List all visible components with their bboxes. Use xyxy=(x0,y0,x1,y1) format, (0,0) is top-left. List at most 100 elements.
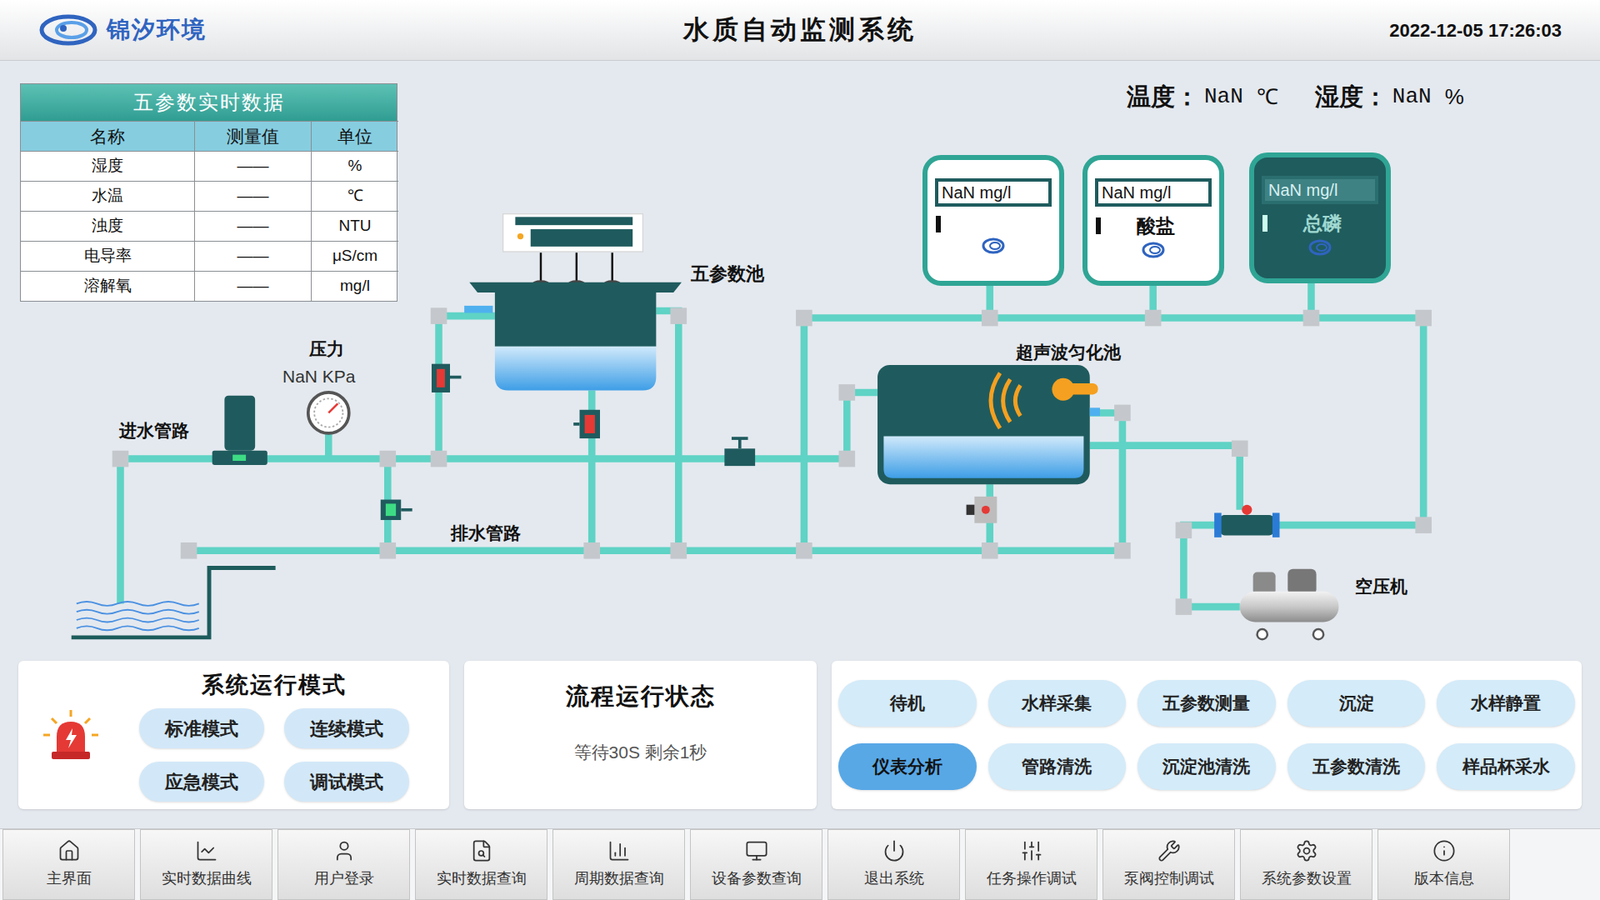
nav-button[interactable]: 泵阀控制调试 xyxy=(1102,829,1235,900)
step-button[interactable]: 水样采集 xyxy=(988,680,1127,727)
nav-label: 任务操作调试 xyxy=(986,867,1077,890)
nav-label: 实时数据曲线 xyxy=(161,867,252,890)
valve-icon xyxy=(380,500,413,520)
step-button[interactable]: 仪表分析 xyxy=(838,743,977,790)
analyzer-value: NaN mg/l xyxy=(1265,179,1375,201)
page-title: 水质自动监测系统 xyxy=(545,10,1054,50)
nav-button[interactable]: 用户登录 xyxy=(277,829,410,900)
step-button[interactable]: 五参数测量 xyxy=(1137,680,1276,727)
table-title: 五参数实时数据 xyxy=(20,84,397,121)
analyzer-value: NaN mg/l xyxy=(1098,181,1209,204)
nav-button[interactable]: 实时数据曲线 xyxy=(140,829,273,900)
valve-icon xyxy=(431,364,462,393)
table-row: 湿度——% xyxy=(20,150,397,181)
pressure-value: NaN KPa xyxy=(282,365,356,388)
mode-button[interactable]: 调试模式 xyxy=(284,761,410,802)
indicator-bar xyxy=(1262,215,1268,232)
step-button[interactable]: 待机 xyxy=(838,680,977,727)
analyzer-display: NaN mg/l xyxy=(935,178,1052,207)
step-button[interactable]: 管路清洗 xyxy=(988,743,1127,790)
nav-icon xyxy=(57,839,81,863)
table-cell: —— xyxy=(195,210,312,241)
nav-label: 泵阀控制调试 xyxy=(1124,867,1215,890)
compressor-label: 空压机 xyxy=(1355,573,1408,600)
nav-icon xyxy=(607,839,631,863)
tank-label: 超声波匀化池 xyxy=(1015,339,1121,366)
nav-label: 版本信息 xyxy=(1414,867,1475,890)
inlet-label: 进水管路 xyxy=(119,417,190,445)
environment-reading: 温度：NaN℃ xyxy=(1126,79,1279,116)
column-header: 名称 xyxy=(20,120,195,151)
table-cell: 电导率 xyxy=(20,240,195,271)
nav-icon xyxy=(1295,839,1319,863)
analyzer: NaN mg/l 总磷 xyxy=(1249,152,1391,284)
table-cell: —— xyxy=(195,270,312,301)
app: 锦汐环境 水质自动监测系统2022-12-05 17:26:03 五参数实时数据名称… xyxy=(0,0,1600,900)
drain-label: 排水管路 xyxy=(450,520,521,547)
control-panels: 系统运行模式标准模式连续模式应急模式调试模式流程运行状态等待30S 剩余1秒待机… xyxy=(0,660,1600,813)
mode-button[interactable]: 连续模式 xyxy=(284,708,410,749)
table-header: 名称测量值单位 xyxy=(20,120,397,151)
pipes xyxy=(112,283,1432,615)
nav-label: 用户登录 xyxy=(314,867,375,890)
step-button[interactable]: 五参数清洗 xyxy=(1287,743,1426,790)
header: 锦汐环境 水质自动监测系统2022-12-05 17:26:03 xyxy=(0,0,1600,61)
valve-icon xyxy=(966,496,998,524)
nav-button[interactable]: 周期数据查询 xyxy=(552,829,685,900)
flow-status-text: 等待30S 剩余1秒 xyxy=(574,739,708,766)
nav-button[interactable]: 主界面 xyxy=(2,829,135,900)
alarm-icon xyxy=(40,708,102,762)
bottom-nav: 主界面 实时数据曲线 用户登录 实时数据查询 周期数据查询 设备参数查询退出系统 任务操作调… xyxy=(0,828,1600,900)
pool-label: 五参数池 xyxy=(690,260,765,288)
nav-label: 实时数据查询 xyxy=(436,867,527,890)
logo-text: 锦汐环境 xyxy=(106,12,207,48)
nav-label: 退出系统 xyxy=(864,867,925,890)
table-cell: 湿度 xyxy=(20,150,195,181)
analyzer-name: 总磷 xyxy=(1267,209,1378,239)
five-param-pool xyxy=(464,214,682,391)
nav-button[interactable]: 版本信息 xyxy=(1377,829,1510,900)
nav-icon xyxy=(882,839,906,863)
mode-title: 系统运行模式 xyxy=(201,668,347,703)
step-button[interactable]: 沉淀池清洗 xyxy=(1137,743,1276,790)
step-button[interactable]: 水样静置 xyxy=(1436,680,1575,727)
column-header: 单位 xyxy=(311,120,399,151)
nav-icon xyxy=(470,839,494,863)
logo-icon xyxy=(38,11,99,49)
nav-label: 系统参数设置 xyxy=(1261,867,1352,890)
table-cell: —— xyxy=(195,150,312,181)
table-cell: 水温 xyxy=(20,180,195,211)
nav-label: 周期数据查询 xyxy=(574,867,665,890)
nav-icon xyxy=(195,839,219,863)
nav-button[interactable]: 任务操作调试 xyxy=(965,829,1098,900)
nav-icon xyxy=(745,839,769,863)
mode-button[interactable]: 应急模式 xyxy=(139,761,265,802)
table-cell: mg/l xyxy=(311,270,399,301)
table-row: 浊度——NTU xyxy=(20,210,397,241)
valve-icon xyxy=(1214,505,1280,538)
flow-status-panel: 流程运行状态等待30S 剩余1秒 xyxy=(464,660,817,810)
nav-icon xyxy=(1020,839,1044,863)
water-source xyxy=(71,568,276,638)
nav-button[interactable]: 实时数据查询 xyxy=(415,829,548,900)
brand-icon xyxy=(1140,240,1166,260)
mode-button[interactable]: 标准模式 xyxy=(139,708,265,749)
step-button[interactable]: 样品杯采水 xyxy=(1436,743,1575,790)
analyzer-display: NaN mg/l xyxy=(1095,178,1212,207)
environment-reading: 湿度：NaN% xyxy=(1315,79,1465,116)
analyzer: NaN mg/l xyxy=(922,155,1065,286)
nav-icon xyxy=(332,839,356,863)
nav-label: 主界面 xyxy=(46,867,92,890)
analyzer: NaN mg/l酸盐 xyxy=(1082,155,1225,286)
analyzer-display: NaN mg/l xyxy=(1261,175,1379,205)
realtime-table: 五参数实时数据名称测量值单位湿度——%水温——℃浊度——NTU电导率——μS/c… xyxy=(20,83,398,302)
nav-button[interactable]: 系统参数设置 xyxy=(1240,829,1373,900)
step-button[interactable]: 沉淀 xyxy=(1287,680,1426,727)
nav-button[interactable]: 设备参数查询 xyxy=(690,829,823,900)
table-cell: —— xyxy=(195,240,312,271)
table-row: 电导率——μS/cm xyxy=(20,240,397,271)
datetime: 2022-12-05 17:26:03 xyxy=(1054,16,1562,45)
table-cell: ℃ xyxy=(311,180,399,211)
nav-button[interactable]: 退出系统 xyxy=(827,829,960,900)
flow-status-title: 流程运行状态 xyxy=(565,679,716,715)
